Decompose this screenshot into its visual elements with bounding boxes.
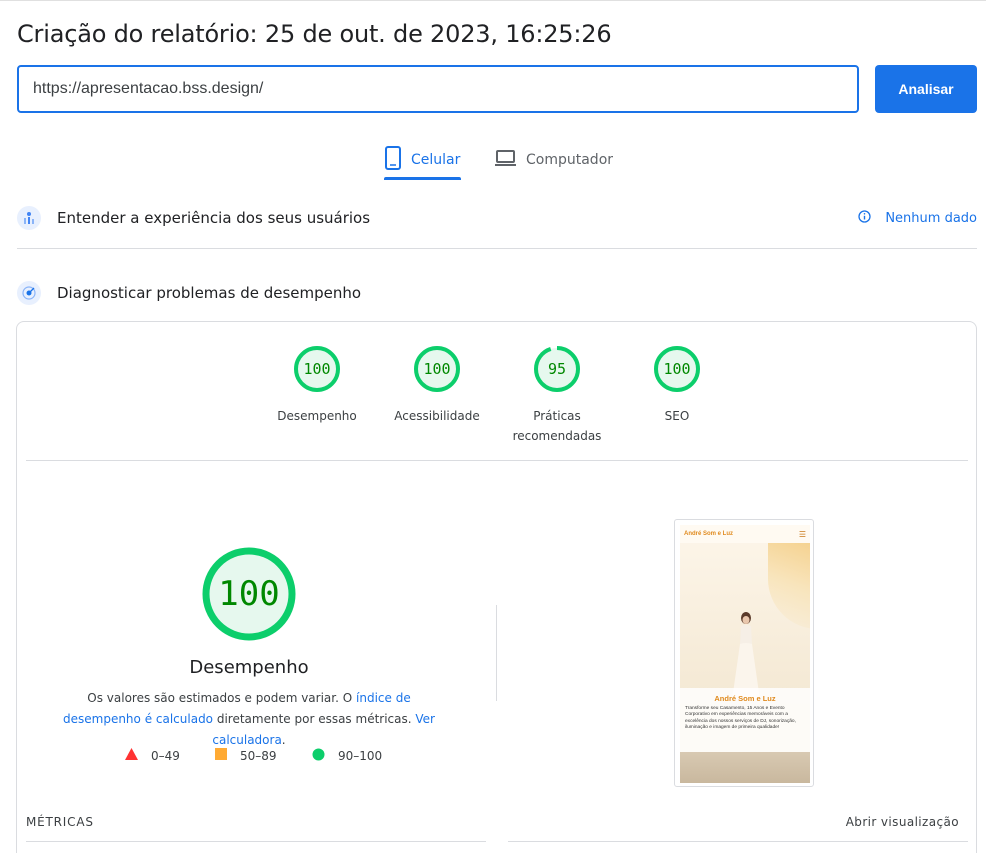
gauge-label: SEO [664, 409, 690, 423]
page-title: Criação do relatório: 25 de out. de 2023… [17, 20, 612, 48]
no-data-label: Nenhum dado [885, 210, 977, 226]
url-input[interactable] [17, 65, 859, 113]
diagnose-section-label: Diagnosticar problemas de desempenho [57, 284, 362, 302]
preview-dress-area [680, 752, 810, 783]
score-gauge-performance[interactable]: 100 Desempenho [277, 345, 357, 426]
score-gauge-accessibility[interactable]: 100 Acessibilidade [394, 345, 480, 426]
crux-section-header: Entender a experiência dos seus usuários… [17, 205, 977, 231]
preview-screen: André Som e Luz ☰ André Som e Luz Transf… [680, 525, 810, 783]
page-screenshot-preview[interactable]: André Som e Luz ☰ André Som e Luz Transf… [674, 519, 814, 787]
card-divider [26, 460, 968, 461]
legend-range: 0–49 [151, 748, 180, 763]
legend-range: 50–89 [240, 748, 277, 763]
legend-range: 90–100 [338, 749, 383, 763]
legend-fail: 0–49 [125, 748, 180, 763]
gauge-label: Práticas recomendadas [512, 409, 602, 443]
gauge-ring: 100 [293, 345, 341, 393]
triangle-icon [125, 748, 138, 763]
vertical-divider [496, 605, 497, 701]
preview-caption-text: Transforme seu Casamento, 15 Anos e Even… [685, 706, 796, 730]
legend-average: 50–89 [215, 748, 277, 763]
square-icon [215, 748, 227, 763]
metrics-title: MÉTRICAS [26, 815, 94, 829]
gauge-ring: 95 [533, 345, 581, 393]
performance-title: Desempenho [189, 657, 309, 678]
preview-navbar: André Som e Luz ☰ [680, 525, 810, 543]
performance-big-gauge: 100 [201, 546, 297, 642]
metrics-divider [26, 841, 486, 842]
preview-brand: André Som e Luz [684, 531, 734, 537]
lighthouse-icon [17, 281, 41, 305]
tab-desktop-label: Computador [526, 152, 614, 168]
gauge-ring: 100 [653, 345, 701, 393]
performance-score: 100 [218, 574, 280, 614]
diagnose-section-header: Diagnosticar problemas de desempenho [17, 280, 977, 306]
score-gauge-seo[interactable]: 100 SEO [641, 345, 713, 426]
gauge-score: 100 [663, 360, 691, 378]
preview-caption: André Som e Luz Transforme seu Casamento… [680, 688, 810, 752]
circle-icon [312, 748, 325, 764]
tab-mobile[interactable]: Celular [384, 140, 460, 180]
desc-text: Os valores são estimados e podem variar.… [87, 691, 357, 705]
preview-caption-title: André Som e Luz [714, 694, 776, 703]
gauge-label: Acessibilidade [394, 409, 480, 423]
report-card [16, 321, 977, 853]
metrics-divider [508, 841, 968, 842]
tab-desktop[interactable]: Computador [494, 140, 613, 180]
desc-text: diretamente por essas métricas. [213, 712, 416, 726]
desc-text: . [281, 733, 286, 747]
legend-pass: 90–100 [312, 748, 382, 764]
tab-mobile-label: Celular [411, 152, 461, 168]
gauge-score: 100 [423, 360, 451, 378]
curtain-decoration [768, 539, 810, 629]
gauge-ring: 100 [413, 345, 461, 393]
gauge-label: Desempenho [277, 409, 357, 423]
performance-description: Os valores são estimados e podem variar.… [52, 688, 446, 751]
smartphone-icon [384, 146, 402, 174]
open-view-link[interactable]: Abrir visualização [846, 815, 959, 829]
gauge-score: 95 [547, 360, 567, 378]
top-border [0, 0, 986, 4]
active-tab-indicator [384, 177, 461, 180]
no-data-link[interactable]: Nenhum dado [858, 209, 977, 227]
crux-section-label: Entender a experiência dos seus usuários [57, 209, 371, 227]
users-chart-icon [17, 206, 41, 230]
analyze-button[interactable]: Analisar [875, 65, 977, 113]
hamburger-icon: ☰ [798, 529, 806, 539]
bride-figure-image [732, 610, 760, 700]
laptop-icon [494, 149, 517, 171]
info-icon [858, 209, 871, 227]
gauge-score: 100 [303, 360, 331, 378]
score-gauge-best-practices[interactable]: 95 Práticas recomendadas [512, 345, 602, 446]
section-divider [17, 248, 977, 249]
